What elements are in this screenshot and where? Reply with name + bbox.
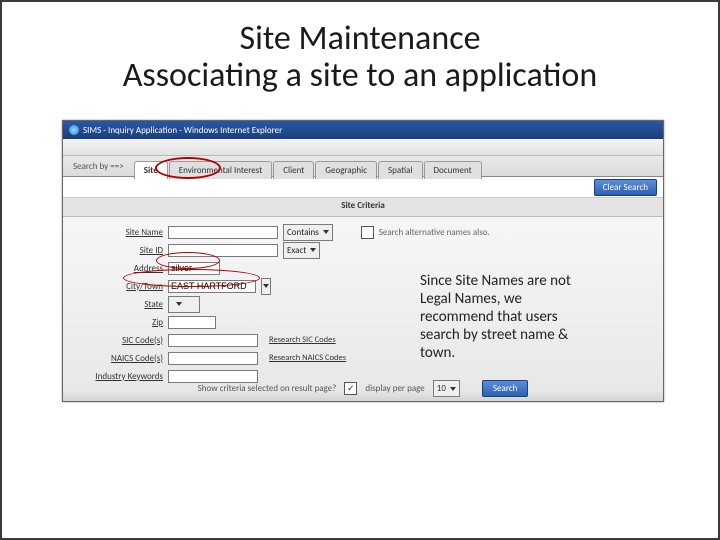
title-line1: Site Maintenance <box>239 18 480 59</box>
tab-site[interactable]: Site <box>134 161 168 179</box>
browser-toolbar <box>63 139 663 156</box>
naics-research-link[interactable]: Research NAICS Codes <box>269 353 346 363</box>
tab-document[interactable]: Document <box>424 161 482 179</box>
tab-environmental-interest[interactable]: Environmental Interest <box>169 161 272 179</box>
site-id-input[interactable] <box>168 244 278 257</box>
form-footer: Show criteria selected on result page? ✓… <box>63 380 663 397</box>
ie-globe-icon <box>69 125 79 135</box>
display-per-page-label: display per page <box>365 383 424 394</box>
chevron-down-icon <box>323 230 329 234</box>
title-line2: Associating a site to an application <box>123 55 597 96</box>
address-input[interactable] <box>168 262 220 275</box>
label-address: Address <box>71 263 163 274</box>
clear-row: Clear Search <box>63 177 663 198</box>
sic-research-link[interactable]: Research SIC Codes <box>269 335 336 345</box>
tab-spatial[interactable]: Spatial <box>378 161 422 179</box>
city-input[interactable] <box>168 280 256 293</box>
window-titlebar: SIMS - Inquiry Application - Windows Int… <box>63 121 663 139</box>
chevron-down-icon <box>176 302 182 306</box>
label-site-id: Site ID <box>71 245 163 256</box>
search-by-label: Search by ==> <box>63 161 134 172</box>
site-name-mode-select[interactable]: Contains <box>283 224 333 241</box>
site-name-input[interactable] <box>168 226 278 239</box>
label-naics: NAICS Code(s) <box>71 353 163 364</box>
label-site-name: Site Name <box>71 227 163 238</box>
label-zip: Zip <box>71 317 163 328</box>
label-state: State <box>71 299 163 310</box>
naics-input[interactable] <box>168 352 258 365</box>
show-criteria-checkbox[interactable]: ✓ <box>344 382 357 395</box>
chevron-down-icon <box>263 284 269 288</box>
sic-input[interactable] <box>168 334 258 347</box>
clear-search-button[interactable]: Clear Search <box>594 179 657 196</box>
alt-names-checkbox[interactable] <box>361 226 374 239</box>
slide-title: Site Maintenance Associating a site to a… <box>2 20 718 95</box>
city-select[interactable] <box>261 278 271 295</box>
window-title: SIMS - Inquiry Application - Windows Int… <box>83 125 282 136</box>
site-id-mode-select[interactable]: Exact <box>283 242 320 259</box>
per-page-select[interactable]: 10 <box>433 380 460 397</box>
panel-title: Site Criteria <box>63 198 663 217</box>
chevron-down-icon <box>450 387 456 391</box>
state-select[interactable] <box>168 296 200 313</box>
chevron-down-icon <box>310 248 316 252</box>
search-button[interactable]: Search <box>482 380 528 397</box>
callout-text: Since Site Names are not Legal Names, we… <box>420 272 588 362</box>
label-city: City/Town <box>71 281 163 292</box>
tab-client[interactable]: Client <box>273 161 314 179</box>
tab-geographic[interactable]: Geographic <box>315 161 377 179</box>
label-sic: SIC Code(s) <box>71 335 163 346</box>
tab-strip: Search by ==> SiteEnvironmental Interest… <box>63 156 663 177</box>
alt-names-label: Search alternative names also. <box>379 227 490 238</box>
zip-input[interactable] <box>168 316 216 329</box>
show-criteria-label: Show criteria selected on result page? <box>198 383 337 394</box>
